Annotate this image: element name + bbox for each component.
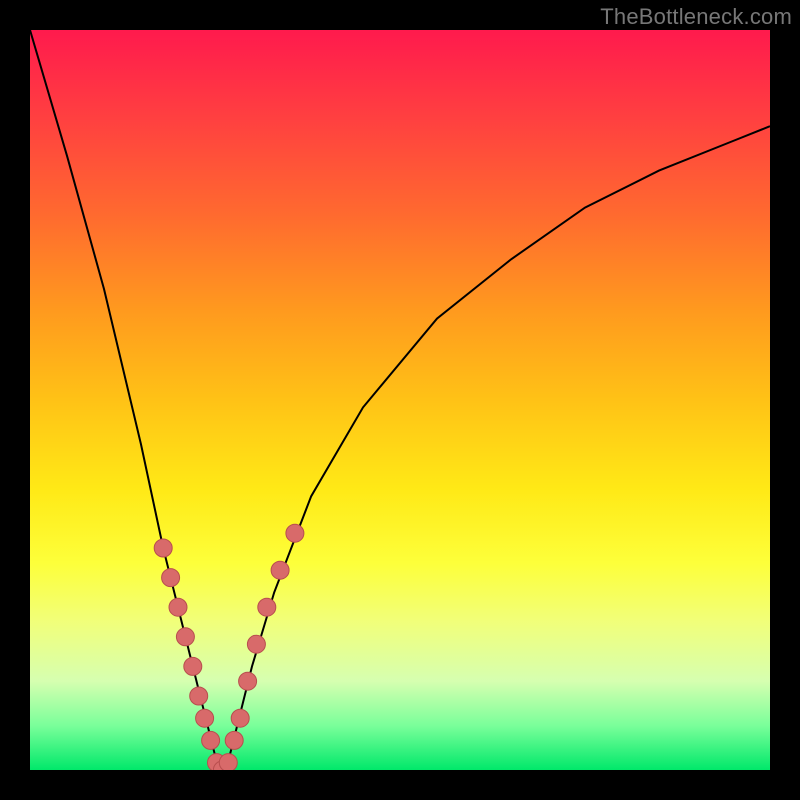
data-point bbox=[196, 709, 214, 727]
data-point bbox=[258, 598, 276, 616]
data-point bbox=[202, 731, 220, 749]
data-point bbox=[162, 569, 180, 587]
data-point-group bbox=[154, 524, 304, 770]
data-point bbox=[184, 657, 202, 675]
bottleneck-curve bbox=[30, 30, 770, 770]
data-point bbox=[169, 598, 187, 616]
data-point bbox=[247, 635, 265, 653]
data-point bbox=[225, 731, 243, 749]
data-point bbox=[219, 754, 237, 770]
data-point bbox=[176, 628, 194, 646]
watermark-text: TheBottleneck.com bbox=[600, 4, 792, 30]
data-point bbox=[190, 687, 208, 705]
data-point bbox=[154, 539, 172, 557]
data-point bbox=[239, 672, 257, 690]
chart-plot-area bbox=[30, 30, 770, 770]
chart-frame: TheBottleneck.com bbox=[0, 0, 800, 800]
data-point bbox=[286, 524, 304, 542]
chart-svg bbox=[30, 30, 770, 770]
data-point bbox=[271, 561, 289, 579]
data-point bbox=[231, 709, 249, 727]
